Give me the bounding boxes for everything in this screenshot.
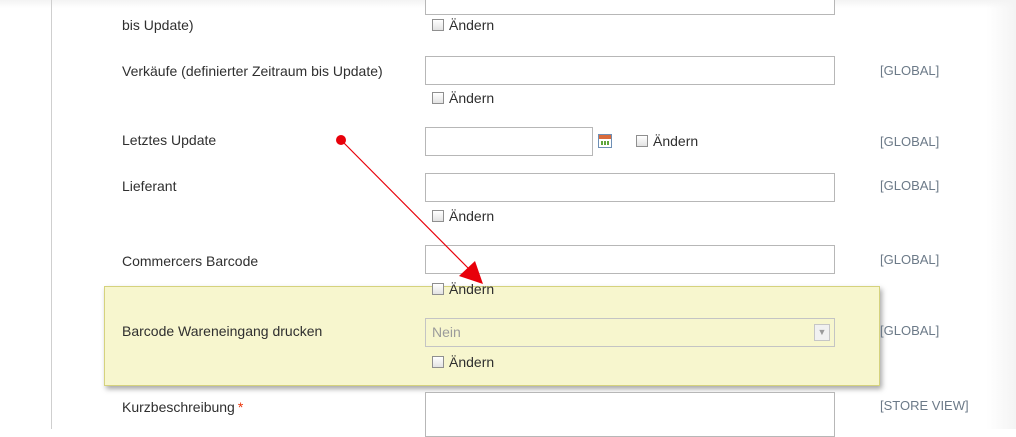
arrow-head <box>459 261 483 284</box>
annotation-arrow <box>336 135 483 284</box>
arrow-line <box>340 139 473 273</box>
